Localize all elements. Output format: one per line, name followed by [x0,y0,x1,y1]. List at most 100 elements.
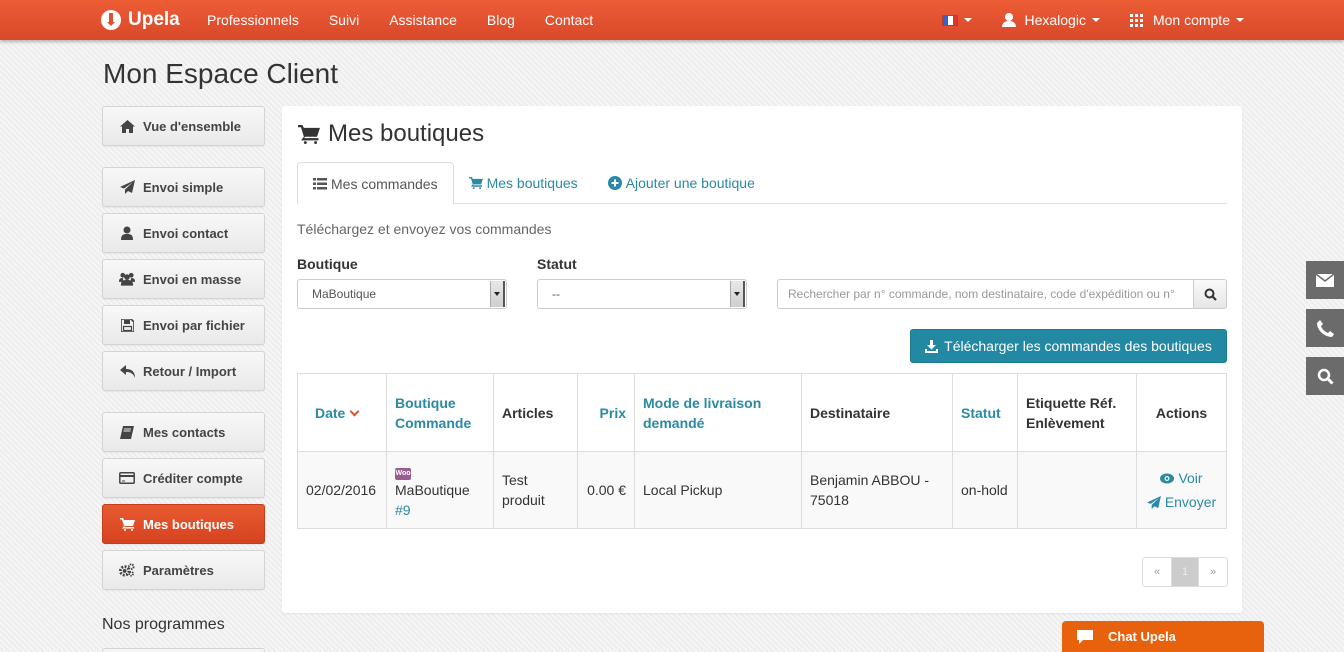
users-icon [119,272,135,286]
eye-icon [1160,473,1175,483]
col-livraison[interactable]: Mode de livraison demandé [634,373,802,452]
tab-label: Mes boutiques [486,175,578,191]
search-button[interactable] [1193,279,1227,309]
list-icon [313,177,327,190]
gears-icon [119,563,135,577]
send-order-link[interactable]: Envoyer [1145,492,1218,512]
cell-livraison: Local Pickup [634,451,802,529]
cell-articles: Test produit [493,451,578,529]
tab-mes-commandes[interactable]: Mes commandes [297,162,454,205]
nav-assistance[interactable]: Assistance [389,12,457,28]
tabs: Mes commandes Mes boutiques Ajouter une … [297,162,1227,205]
main-nav: Professionnels Suivi Assistance Blog Con… [207,0,623,40]
tab-label: Mes commandes [331,175,438,192]
sort-desc-icon [349,406,360,416]
tab-mes-boutiques[interactable]: Mes boutiques [454,162,593,204]
book-icon [119,425,135,439]
pagination-next[interactable]: » [1199,558,1227,586]
sidebar-item-envoi-simple[interactable]: Envoi simple [102,167,265,207]
tab-label: Ajouter une boutique [625,175,755,191]
cell-prix: 0.00 € [577,451,635,529]
sidebar-item-envoi-fichier[interactable]: Envoi par fichier [102,305,265,345]
chat-bubble-icon [1062,629,1108,644]
view-order-link[interactable]: Voir [1145,468,1218,488]
sidebar-item-label: Mes boutiques [143,516,235,532]
orders-table: Date Boutique Commande Articles Prix Mod… [297,373,1227,529]
user-name: Hexalogic [1024,12,1086,28]
upela-logo-icon [101,10,121,30]
sidebar-item-parametres[interactable]: Paramètres [102,550,265,590]
send-label: Envoyer [1164,494,1217,510]
cell-destinataire: Benjamin ABBOU - 75018 [801,451,953,529]
search-icon [1204,288,1217,301]
plus-circle-icon [607,176,622,190]
sidebar-item-crediter-compte[interactable]: Créditer compte [102,458,265,498]
nav-contact[interactable]: Contact [545,12,593,28]
download-orders-button[interactable]: Télécharger les commandes des boutiques [910,329,1227,363]
language-dropdown[interactable] [942,14,973,26]
sidebar-item-retour-import[interactable]: Retour / Import [102,351,265,391]
sidebar-item-envoi-contact[interactable]: Envoi contact [102,213,265,253]
tab-ajouter-boutique[interactable]: Ajouter une boutique [593,162,770,204]
col-statut[interactable]: Statut [952,373,1018,452]
home-icon [119,119,135,133]
mail-button[interactable] [1306,261,1344,299]
search-tool-button[interactable] [1306,357,1344,395]
statut-label: Statut [537,256,577,272]
sidebar-item-label: Envoi en masse [143,271,242,287]
cell-date: 02/02/2016 [297,451,387,529]
caret-down-icon [1091,18,1100,22]
sidebar-item-label: Créditer compte [143,470,243,486]
user-icon [119,226,135,240]
col-prix[interactable]: Prix [577,373,635,452]
cell-etiquette [1017,451,1137,529]
boutique-select-value: MaBoutique [312,287,377,301]
sidebar-item-label: Retour / Import [143,363,237,379]
panel-title: Mes boutiques [298,120,484,148]
chat-widget[interactable]: Chat Upela [1062,621,1264,652]
sidebar-item-label: Envoi simple [143,179,224,195]
cart-icon [298,124,320,144]
sidebar-item-vue-ensemble[interactable]: Vue d'ensemble [102,106,265,146]
sidebar-item-label: Mes contacts [143,424,226,440]
reply-icon [119,364,135,378]
boutique-select[interactable]: MaBoutique [297,279,507,309]
sidebar-item-envoi-masse[interactable]: Envoi en masse [102,259,265,299]
sidebar-item-mes-contacts[interactable]: Mes contacts [102,412,265,452]
chat-label: Chat Upela [1108,629,1176,644]
account-dropdown[interactable]: Mon compte [1129,12,1244,28]
statut-select-value: -- [552,287,560,301]
col-boutique-commande[interactable]: Boutique Commande [386,373,494,452]
brand-logo[interactable]: Upela [101,0,180,40]
search-input[interactable] [777,279,1193,309]
col-date[interactable]: Date [297,373,387,452]
account-label: Mon compte [1152,12,1230,28]
download-orders-label: Télécharger les commandes des boutiques [944,338,1212,354]
pagination: « 1 » [1142,557,1228,587]
chevron-down-icon [490,281,505,307]
pagination-prev[interactable]: « [1143,558,1171,586]
order-number-link[interactable]: #9 [395,500,485,520]
cell-actions: Voir Envoyer [1136,451,1227,529]
cell-boutique: Woo MaBoutique #9 [386,451,494,529]
brand-name: Upela [128,9,180,30]
statut-select[interactable]: -- [537,279,747,309]
phone-button[interactable] [1306,309,1344,347]
table-row: 02/02/2016 Woo MaBoutique #9 Test produi… [297,451,1227,529]
sidebar-item-mes-boutiques[interactable]: Mes boutiques [102,504,265,544]
user-dropdown[interactable]: Hexalogic [1002,12,1100,28]
cell-statut: on-hold [952,451,1018,529]
nav-blog[interactable]: Blog [487,12,515,28]
grid-icon [1129,13,1143,27]
search-group [777,279,1227,309]
chevron-down-icon [730,281,745,307]
nav-suivi[interactable]: Suivi [329,12,359,28]
nav-professionnels[interactable]: Professionnels [207,12,299,28]
mail-icon [1316,273,1334,287]
paper-plane-icon [1146,495,1161,509]
flag-fr-icon [942,14,959,26]
pagination-page-1[interactable]: 1 [1171,558,1199,586]
caret-down-icon [964,18,973,22]
page-title: Mon Espace Client [103,58,339,89]
col-articles: Articles [493,373,578,452]
